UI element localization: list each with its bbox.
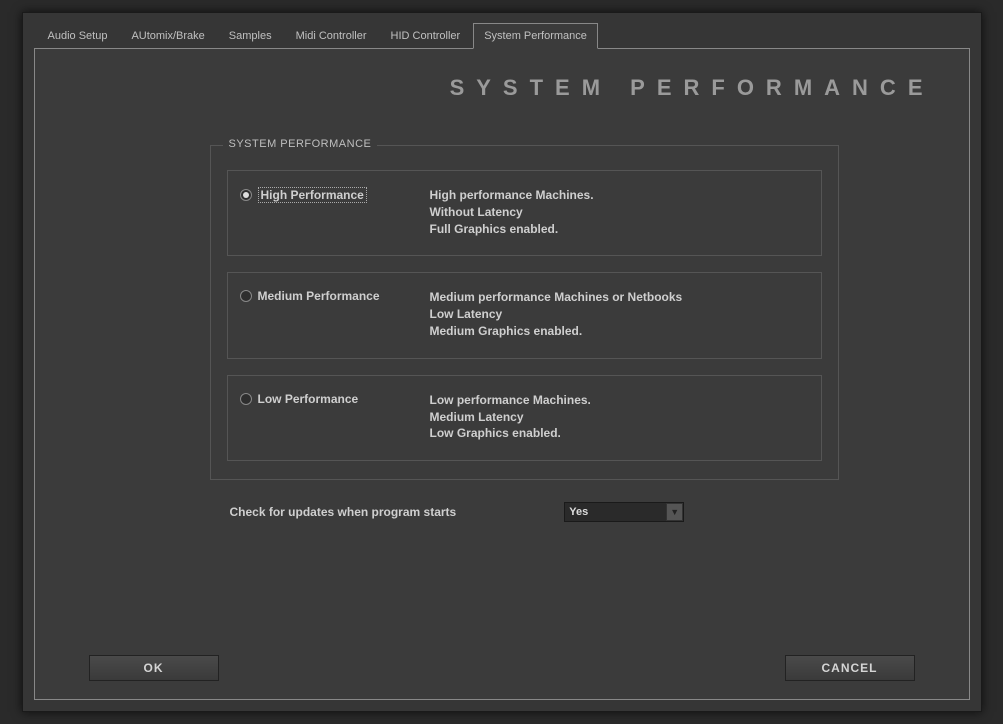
- radio-medium-label: Medium Performance: [258, 289, 380, 303]
- tab-hid-controller[interactable]: HID Controller: [380, 23, 472, 49]
- option-medium-performance[interactable]: Medium Performance Medium performance Ma…: [227, 272, 822, 358]
- chevron-down-icon[interactable]: ▼: [666, 503, 683, 521]
- option-medium-desc: Medium performance Machines or NetbooksL…: [430, 289, 683, 339]
- cancel-button[interactable]: CANCEL: [785, 655, 915, 681]
- radio-high[interactable]: [240, 189, 252, 201]
- option-high-desc: High performance Machines.Without Latenc…: [430, 187, 594, 237]
- tab-system-performance[interactable]: System Performance: [473, 23, 598, 49]
- update-check-value: Yes: [569, 506, 588, 518]
- tab-samples[interactable]: Samples: [218, 23, 283, 49]
- radio-high-label: High Performance: [258, 187, 367, 203]
- option-high-performance[interactable]: High Performance High performance Machin…: [227, 170, 822, 256]
- radio-low[interactable]: [240, 393, 252, 405]
- tab-midi-controller[interactable]: Midi Controller: [285, 23, 378, 49]
- radio-medium[interactable]: [240, 290, 252, 302]
- group-legend: SYSTEM PERFORMANCE: [223, 138, 378, 150]
- update-check-select[interactable]: Yes ▼: [564, 502, 684, 522]
- tab-content: SYSTEM PERFORMANCE SYSTEM PERFORMANCE Hi…: [34, 48, 970, 700]
- tab-automix-brake[interactable]: AUtomix/Brake: [120, 23, 215, 49]
- radio-low-wrap[interactable]: Low Performance: [240, 392, 430, 406]
- update-check-label: Check for updates when program starts: [230, 505, 457, 519]
- settings-dialog: Audio Setup AUtomix/Brake Samples Midi C…: [22, 12, 982, 712]
- radio-high-wrap[interactable]: High Performance: [240, 187, 430, 203]
- dialog-button-bar: OK CANCEL: [35, 655, 969, 681]
- page-title: SYSTEM PERFORMANCE: [35, 59, 969, 111]
- update-check-row: Check for updates when program starts Ye…: [230, 502, 839, 522]
- radio-medium-wrap[interactable]: Medium Performance: [240, 289, 430, 303]
- performance-group: SYSTEM PERFORMANCE High Performance High…: [210, 145, 839, 480]
- ok-button[interactable]: OK: [89, 655, 219, 681]
- tab-audio-setup[interactable]: Audio Setup: [37, 23, 119, 49]
- option-low-desc: Low performance Machines.Medium LatencyL…: [430, 392, 591, 442]
- option-low-performance[interactable]: Low Performance Low performance Machines…: [227, 375, 822, 461]
- radio-low-label: Low Performance: [258, 392, 359, 406]
- tab-bar: Audio Setup AUtomix/Brake Samples Midi C…: [23, 13, 981, 49]
